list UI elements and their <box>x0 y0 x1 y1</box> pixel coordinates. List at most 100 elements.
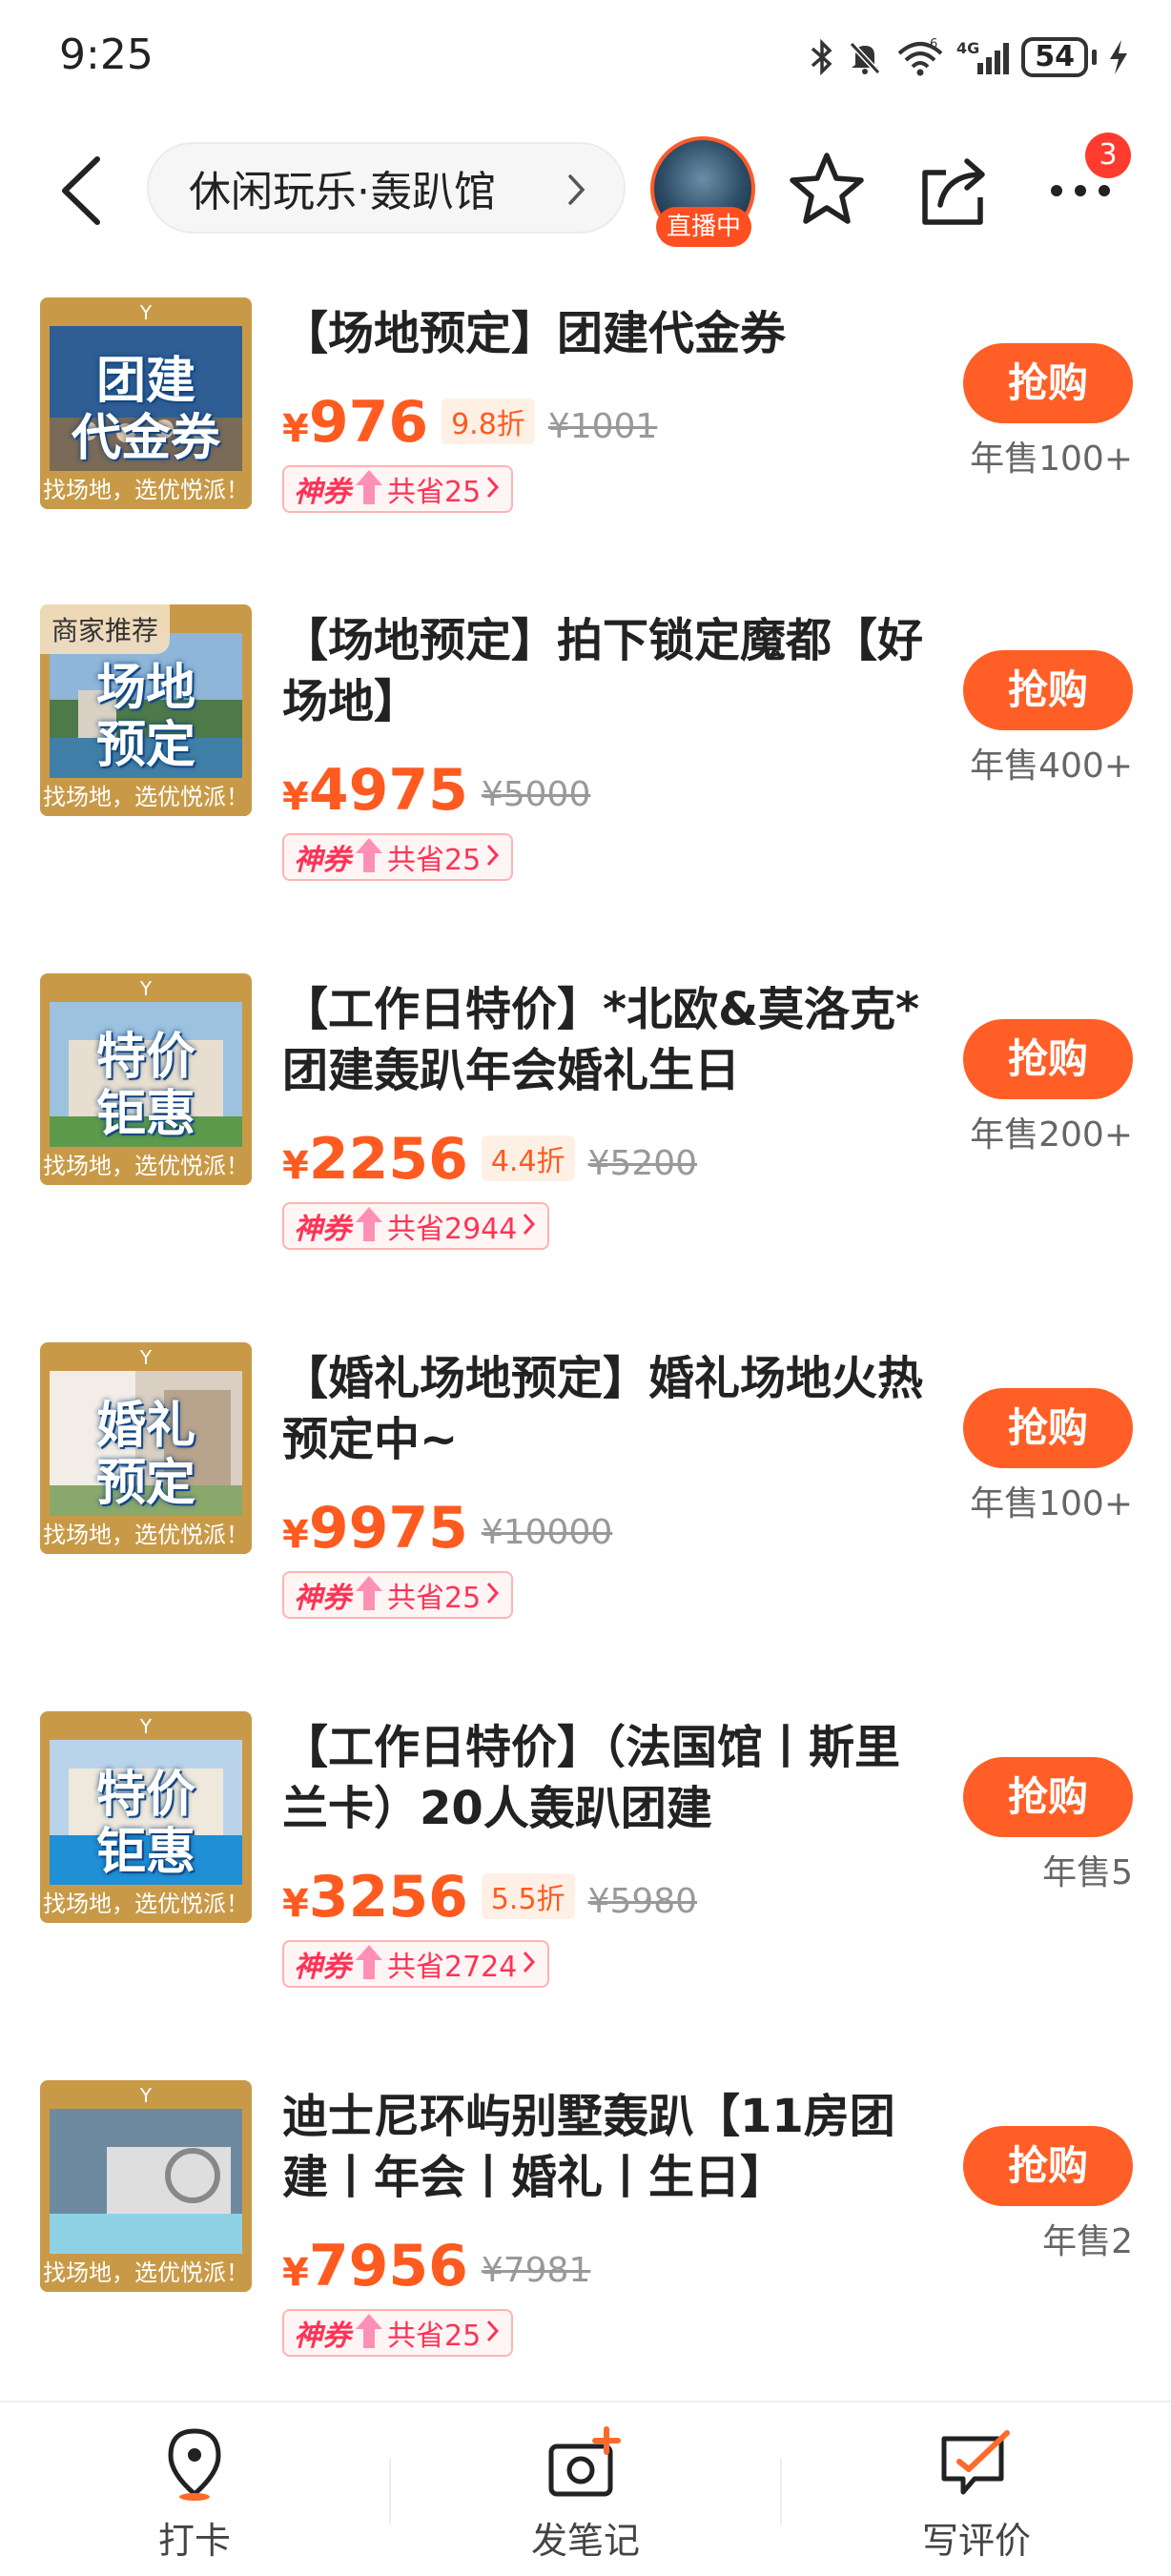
product-item[interactable]: Y 特价 钜惠 找场地，选优悦派！ 【工作日特价】*北欧&莫洛克*团建轰趴年会婚… <box>0 973 1171 1343</box>
buy-button[interactable]: 抢购 <box>963 343 1133 423</box>
post-note-label: 发笔记 <box>530 2520 640 2562</box>
notification-badge: 3 <box>1085 133 1131 178</box>
coupon-savings: 共省25 <box>387 844 482 877</box>
product-thumbnail[interactable]: Y 婚礼 预定 找场地，选优悦派！ <box>40 1342 252 1554</box>
discount-badge: 4.4折 <box>481 1135 575 1181</box>
annual-sales: 年售5 <box>1042 1853 1133 1892</box>
currency-symbol: ¥ <box>282 1882 309 1926</box>
cellular-4g-icon: 4G <box>956 38 1010 76</box>
coupon-tag[interactable]: 神券 共省25 <box>282 465 514 513</box>
coupon-tag[interactable]: 神券 共省25 <box>282 2309 514 2357</box>
coupon-tag[interactable]: 神券 共省25 <box>282 833 514 881</box>
coupon-brand: 神券 <box>294 1951 351 1984</box>
charging-icon <box>1108 38 1129 76</box>
coupon-brand: 神券 <box>294 1582 351 1615</box>
coupon-savings: 共省2944 <box>387 1213 518 1246</box>
up-arrow-icon <box>355 1943 383 1985</box>
buy-button[interactable]: 抢购 <box>963 2126 1133 2206</box>
share-icon <box>922 158 985 225</box>
up-arrow-icon <box>355 468 383 510</box>
coupon-brand: 神券 <box>294 2320 351 2353</box>
up-arrow-icon <box>355 836 383 878</box>
original-price: ¥5000 <box>481 775 591 814</box>
currency-symbol: ¥ <box>282 1144 309 1188</box>
thumbnail-title: 团建 代金券 <box>71 353 220 467</box>
product-thumbnail[interactable]: Y 特价 钜惠 找场地，选优悦派！ <box>40 973 252 1185</box>
back-button[interactable] <box>50 150 116 232</box>
share-button[interactable] <box>917 152 994 232</box>
coupon-tag[interactable]: 神券 共省2944 <box>282 1202 550 1250</box>
battery-level: 54 <box>1035 40 1075 73</box>
price-row: ¥ 7956 ¥7981 <box>282 2233 590 2300</box>
product-thumbnail[interactable]: Y 特价 钜惠 找场地，选优悦派！ <box>40 1711 252 1923</box>
up-arrow-icon <box>355 1205 383 1247</box>
chevron-right-icon <box>486 475 500 503</box>
buy-button[interactable]: 抢购 <box>963 650 1133 730</box>
favorite-button[interactable] <box>788 150 866 232</box>
svg-text:4G: 4G <box>956 39 979 57</box>
product-title[interactable]: 【场地预定】团建代金券 <box>282 303 923 364</box>
brand-logo-mark: Y <box>139 1346 153 1369</box>
chevron-right-icon <box>486 1581 500 1609</box>
coupon-tag[interactable]: 神券 共省25 <box>282 1571 514 1619</box>
product-title[interactable]: 迪士尼环屿别墅轰趴【11房团建丨年会丨婚礼丨生日】 <box>282 2086 923 2208</box>
product-title[interactable]: 【婚礼场地预定】婚礼场地火热预定中~ <box>282 1348 923 1470</box>
coupon-savings: 共省25 <box>387 1582 482 1615</box>
currency-symbol: ¥ <box>282 1513 309 1557</box>
nav-bar: 休闲玩乐·轰趴馆 直播中 3 <box>0 129 1171 253</box>
product-title[interactable]: 【工作日特价】*北欧&莫洛克*团建轰趴年会婚礼生日 <box>282 979 923 1101</box>
original-price: ¥10000 <box>481 1513 613 1552</box>
sale-price: 3256 <box>308 1864 468 1931</box>
annual-sales: 年售200+ <box>970 1115 1133 1155</box>
price-row: ¥ 9975 ¥10000 <box>282 1495 612 1562</box>
bluetooth-icon <box>810 38 834 76</box>
star-icon <box>790 153 864 224</box>
original-price: ¥5980 <box>587 1882 698 1921</box>
buy-button[interactable]: 抢购 <box>963 1019 1133 1099</box>
product-thumbnail[interactable]: Y 找场地，选优悦派！ <box>40 2080 252 2292</box>
chevron-right-icon <box>486 2319 500 2347</box>
breadcrumb-text: 休闲玩乐·轰趴馆 <box>189 168 496 216</box>
currency-symbol: ¥ <box>282 407 309 451</box>
up-arrow-icon <box>355 1574 383 1616</box>
coupon-tag[interactable]: 神券 共省2724 <box>282 1940 550 1988</box>
chevron-right-icon <box>523 1950 536 1978</box>
product-thumbnail[interactable]: Y 场地 预定 商家推荐 找场地，选优悦派！ <box>40 604 252 816</box>
status-icons: 6 4G 54 <box>810 32 1129 82</box>
product-item[interactable]: Y 场地 预定 商家推荐 找场地，选优悦派！ 【场地预定】拍下锁定魔都【好场地】… <box>0 604 1171 974</box>
product-title[interactable]: 【场地预定】拍下锁定魔都【好场地】 <box>282 610 923 732</box>
thumbnail-title: 特价 钜惠 <box>95 1029 195 1143</box>
up-arrow-icon <box>355 2312 383 2354</box>
post-note-button[interactable]: 发笔记 <box>442 2425 729 2564</box>
thumbnail-title: 场地 预定 <box>95 660 195 774</box>
product-item[interactable]: Y 婚礼 预定 找场地，选优悦派！ 【婚礼场地预定】婚礼场地火热预定中~ ¥ 9… <box>0 1342 1171 1712</box>
brand-logo-mark: Y <box>139 301 153 324</box>
coupon-savings: 共省25 <box>387 2320 482 2353</box>
buy-button[interactable]: 抢购 <box>963 1388 1133 1468</box>
annual-sales: 年售100+ <box>970 1484 1133 1523</box>
annual-sales: 年售100+ <box>970 440 1133 479</box>
write-review-label: 写评价 <box>921 2520 1031 2562</box>
category-breadcrumb[interactable]: 休闲玩乐·轰趴馆 <box>147 142 626 234</box>
divider <box>780 2458 782 2525</box>
camera-add-icon <box>548 2426 621 2497</box>
buy-button[interactable]: 抢购 <box>963 1757 1133 1837</box>
product-title[interactable]: 【工作日特价】（法国馆丨斯里兰卡）20人轰趴团建 <box>282 1717 923 1839</box>
price-row: ¥ 4975 ¥5000 <box>282 757 590 824</box>
checkin-button[interactable]: 打卡 <box>51 2425 338 2564</box>
chevron-right-icon <box>486 843 500 871</box>
thumbnail-title: 特价 钜惠 <box>95 1767 195 1881</box>
price-row: ¥ 3256 5.5折 ¥5980 <box>282 1864 697 1931</box>
product-item[interactable]: Y 找场地，选优悦派！ 迪士尼环屿别墅轰趴【11房团建丨年会丨婚礼丨生日】 ¥ … <box>0 2080 1171 2450</box>
brand-logo-mark: Y <box>139 977 153 1000</box>
product-item[interactable]: Y 特价 钜惠 找场地，选优悦派！ 【工作日特价】（法国馆丨斯里兰卡）20人轰趴… <box>0 1711 1171 2081</box>
sale-price: 7956 <box>308 2233 468 2300</box>
annual-sales: 年售400+ <box>970 746 1133 786</box>
mute-bell-icon <box>846 38 884 76</box>
write-review-button[interactable]: 写评价 <box>833 2425 1120 2564</box>
product-thumbnail[interactable]: Y 团建 代金券 找场地，选优悦派！ <box>40 297 252 509</box>
brand-logo-mark: Y <box>139 2084 153 2107</box>
thumbnail-title: 婚礼 预定 <box>95 1398 195 1512</box>
chevron-right-icon <box>523 1212 536 1240</box>
original-price: ¥5200 <box>587 1144 698 1183</box>
